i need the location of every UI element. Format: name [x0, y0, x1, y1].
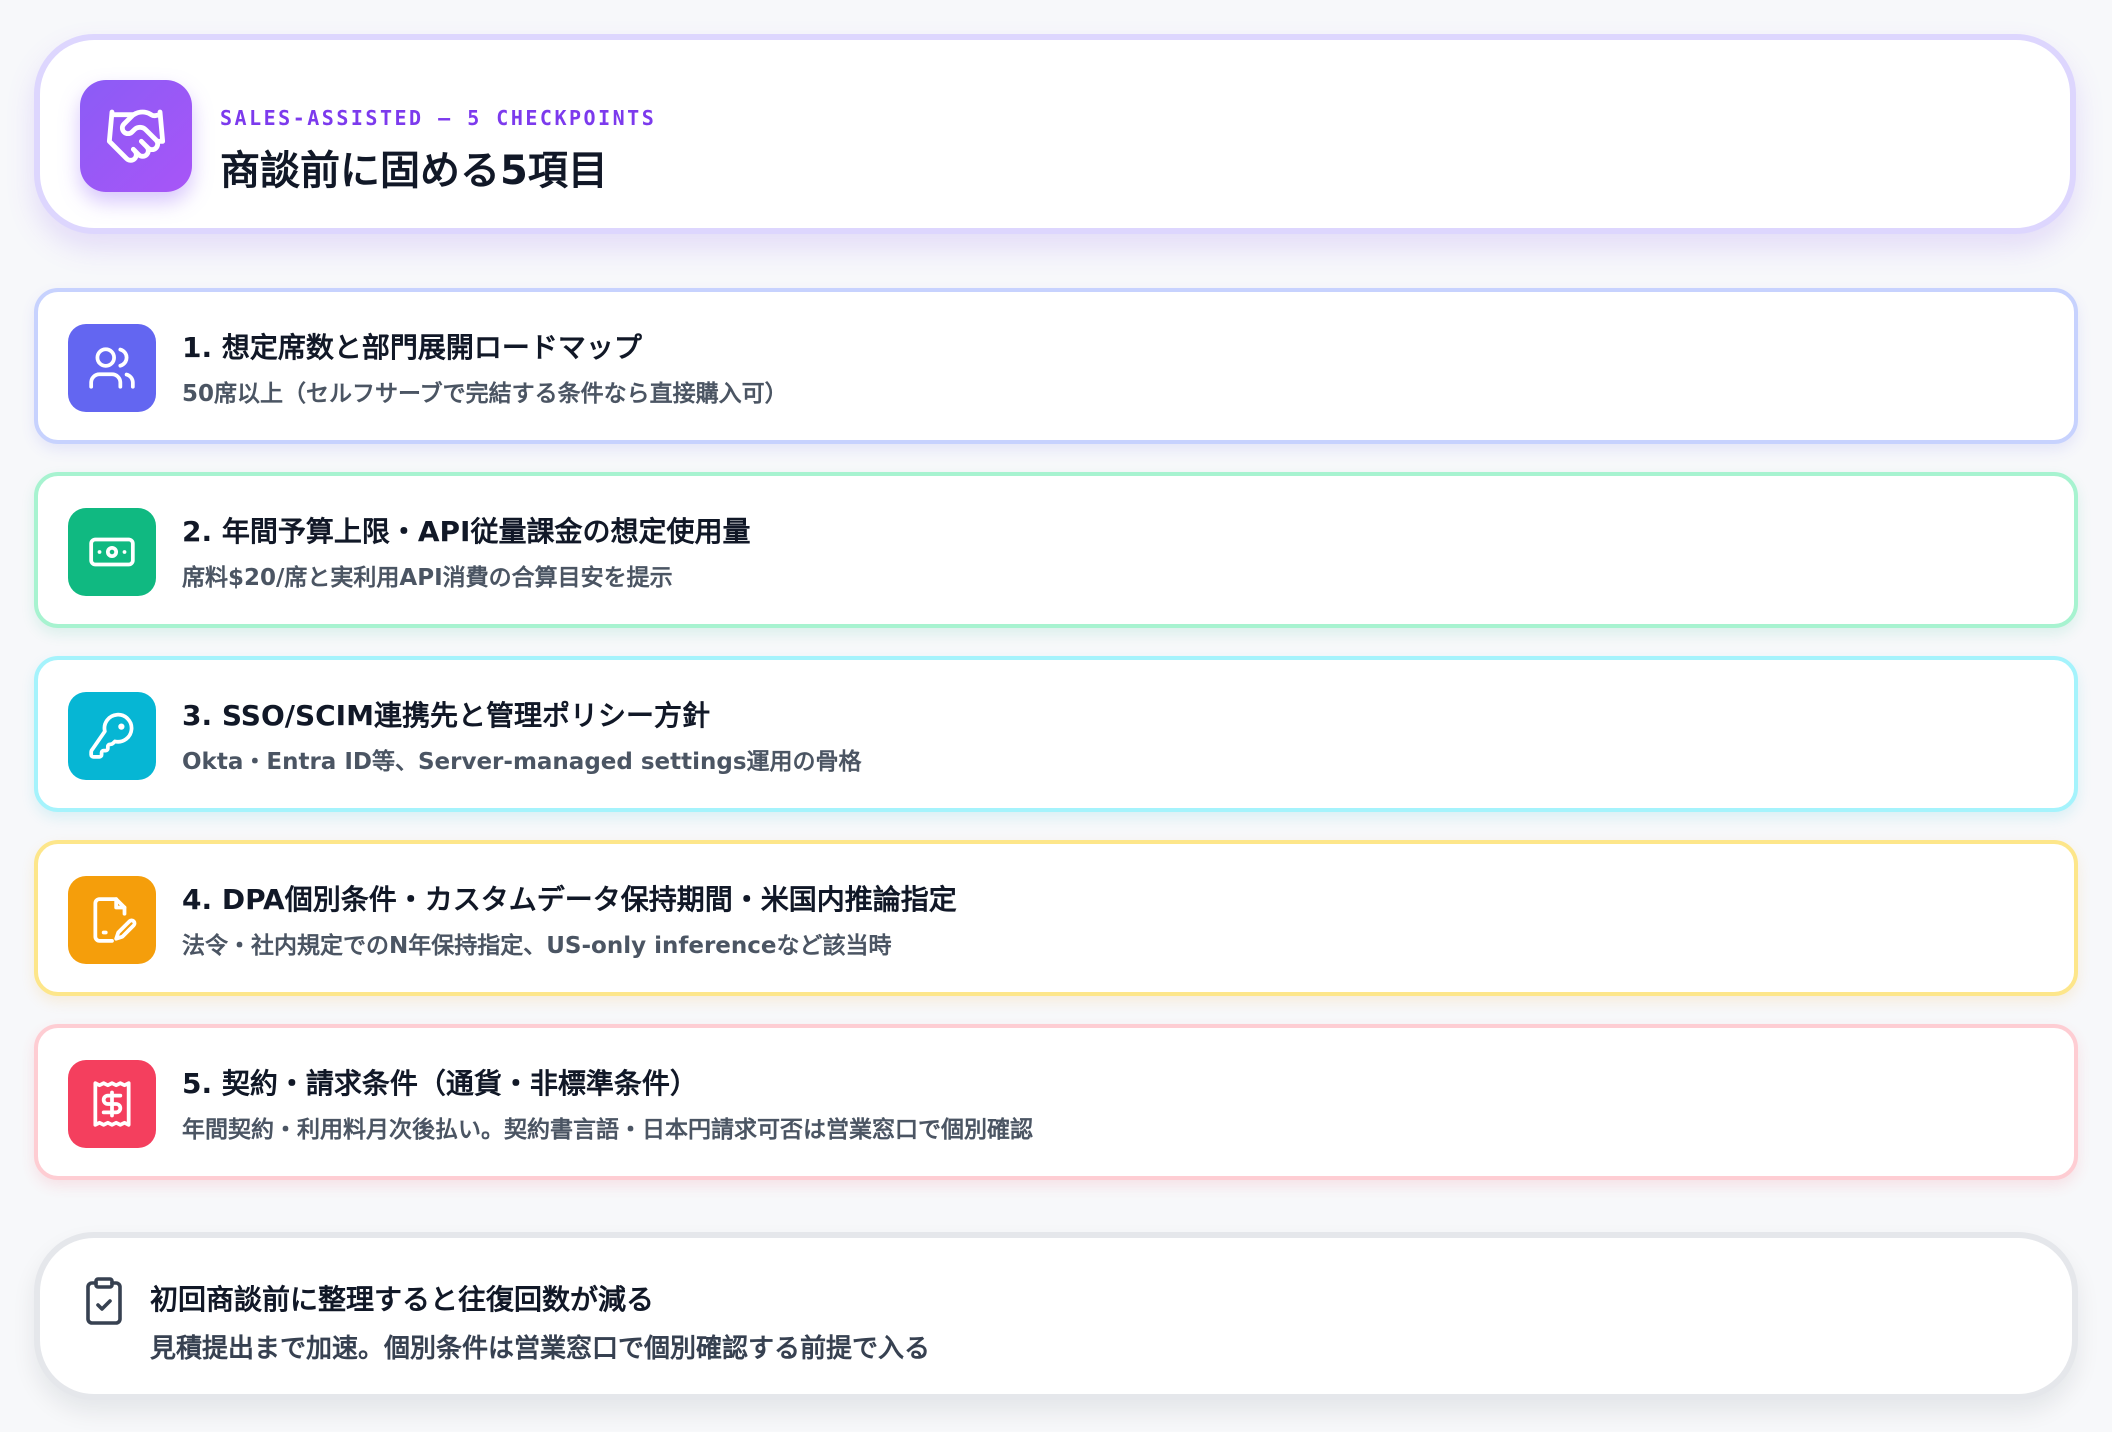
checkpoint-item-1: 1. 想定席数と部門展開ロードマップ 50席以上（セルフサーブで完結する条件なら… [34, 288, 2078, 444]
page-title: 商談前に固める5項目 [220, 148, 608, 194]
clipboard-check-icon [80, 1274, 128, 1328]
checkpoint-description: Okta・Entra ID等、Server-managed settings運用… [182, 749, 862, 775]
checkpoint-item-5: 5. 契約・請求条件（通貨・非標準条件） 年間契約・利用料月次後払い。契約書言語… [34, 1024, 2078, 1180]
checkpoint-title: 2. 年間予算上限・API従量課金の想定使用量 [182, 515, 751, 548]
checkpoint-item-4: 4. DPA個別条件・カスタムデータ保持期間・米国内推論指定 法令・社内規定での… [34, 840, 2078, 996]
checkpoint-title: 5. 契約・請求条件（通貨・非標準条件） [182, 1067, 698, 1100]
footer-description: 見積提出まで加速。個別条件は営業窓口で個別確認する前提で入る [150, 1334, 931, 1364]
checkpoint-description: 50席以上（セルフサーブで完結する条件なら直接購入可） [182, 381, 788, 407]
footer-title: 初回商談前に整理すると往復回数が減る [150, 1283, 655, 1316]
receipt-dollar-icon [68, 1060, 156, 1148]
file-signature-icon [68, 876, 156, 964]
footer-note: 初回商談前に整理すると往復回数が減る 見積提出まで加速。個別条件は営業窓口で個別… [34, 1232, 2078, 1400]
banknote-icon [68, 508, 156, 596]
handshake-icon [80, 80, 192, 192]
header-card: SALES-ASSISTED — 5 CHECKPOINTS 商談前に固める5項… [34, 34, 2076, 234]
checkpoint-title: 4. DPA個別条件・カスタムデータ保持期間・米国内推論指定 [182, 883, 957, 916]
checkpoint-item-2: 2. 年間予算上限・API従量課金の想定使用量 席料$20/席と実利用API消費… [34, 472, 2078, 628]
key-icon [68, 692, 156, 780]
checkpoint-description: 席料$20/席と実利用API消費の合算目安を提示 [182, 565, 673, 591]
checkpoint-description: 年間契約・利用料月次後払い。契約書言語・日本円請求可否は営業窓口で個別確認 [182, 1117, 1033, 1143]
checkpoint-item-3: 3. SSO/SCIM連携先と管理ポリシー方針 Okta・Entra ID等、S… [34, 656, 2078, 812]
page: SALES-ASSISTED — 5 CHECKPOINTS 商談前に固める5項… [0, 0, 2112, 1432]
checkpoint-title: 1. 想定席数と部門展開ロードマップ [182, 331, 642, 364]
checkpoint-title: 3. SSO/SCIM連携先と管理ポリシー方針 [182, 699, 710, 732]
checkpoint-description: 法令・社内規定でのN年保持指定、US-only inferenceなど該当時 [182, 933, 892, 959]
users-icon [68, 324, 156, 412]
header-eyebrow: SALES-ASSISTED — 5 CHECKPOINTS [220, 106, 657, 130]
